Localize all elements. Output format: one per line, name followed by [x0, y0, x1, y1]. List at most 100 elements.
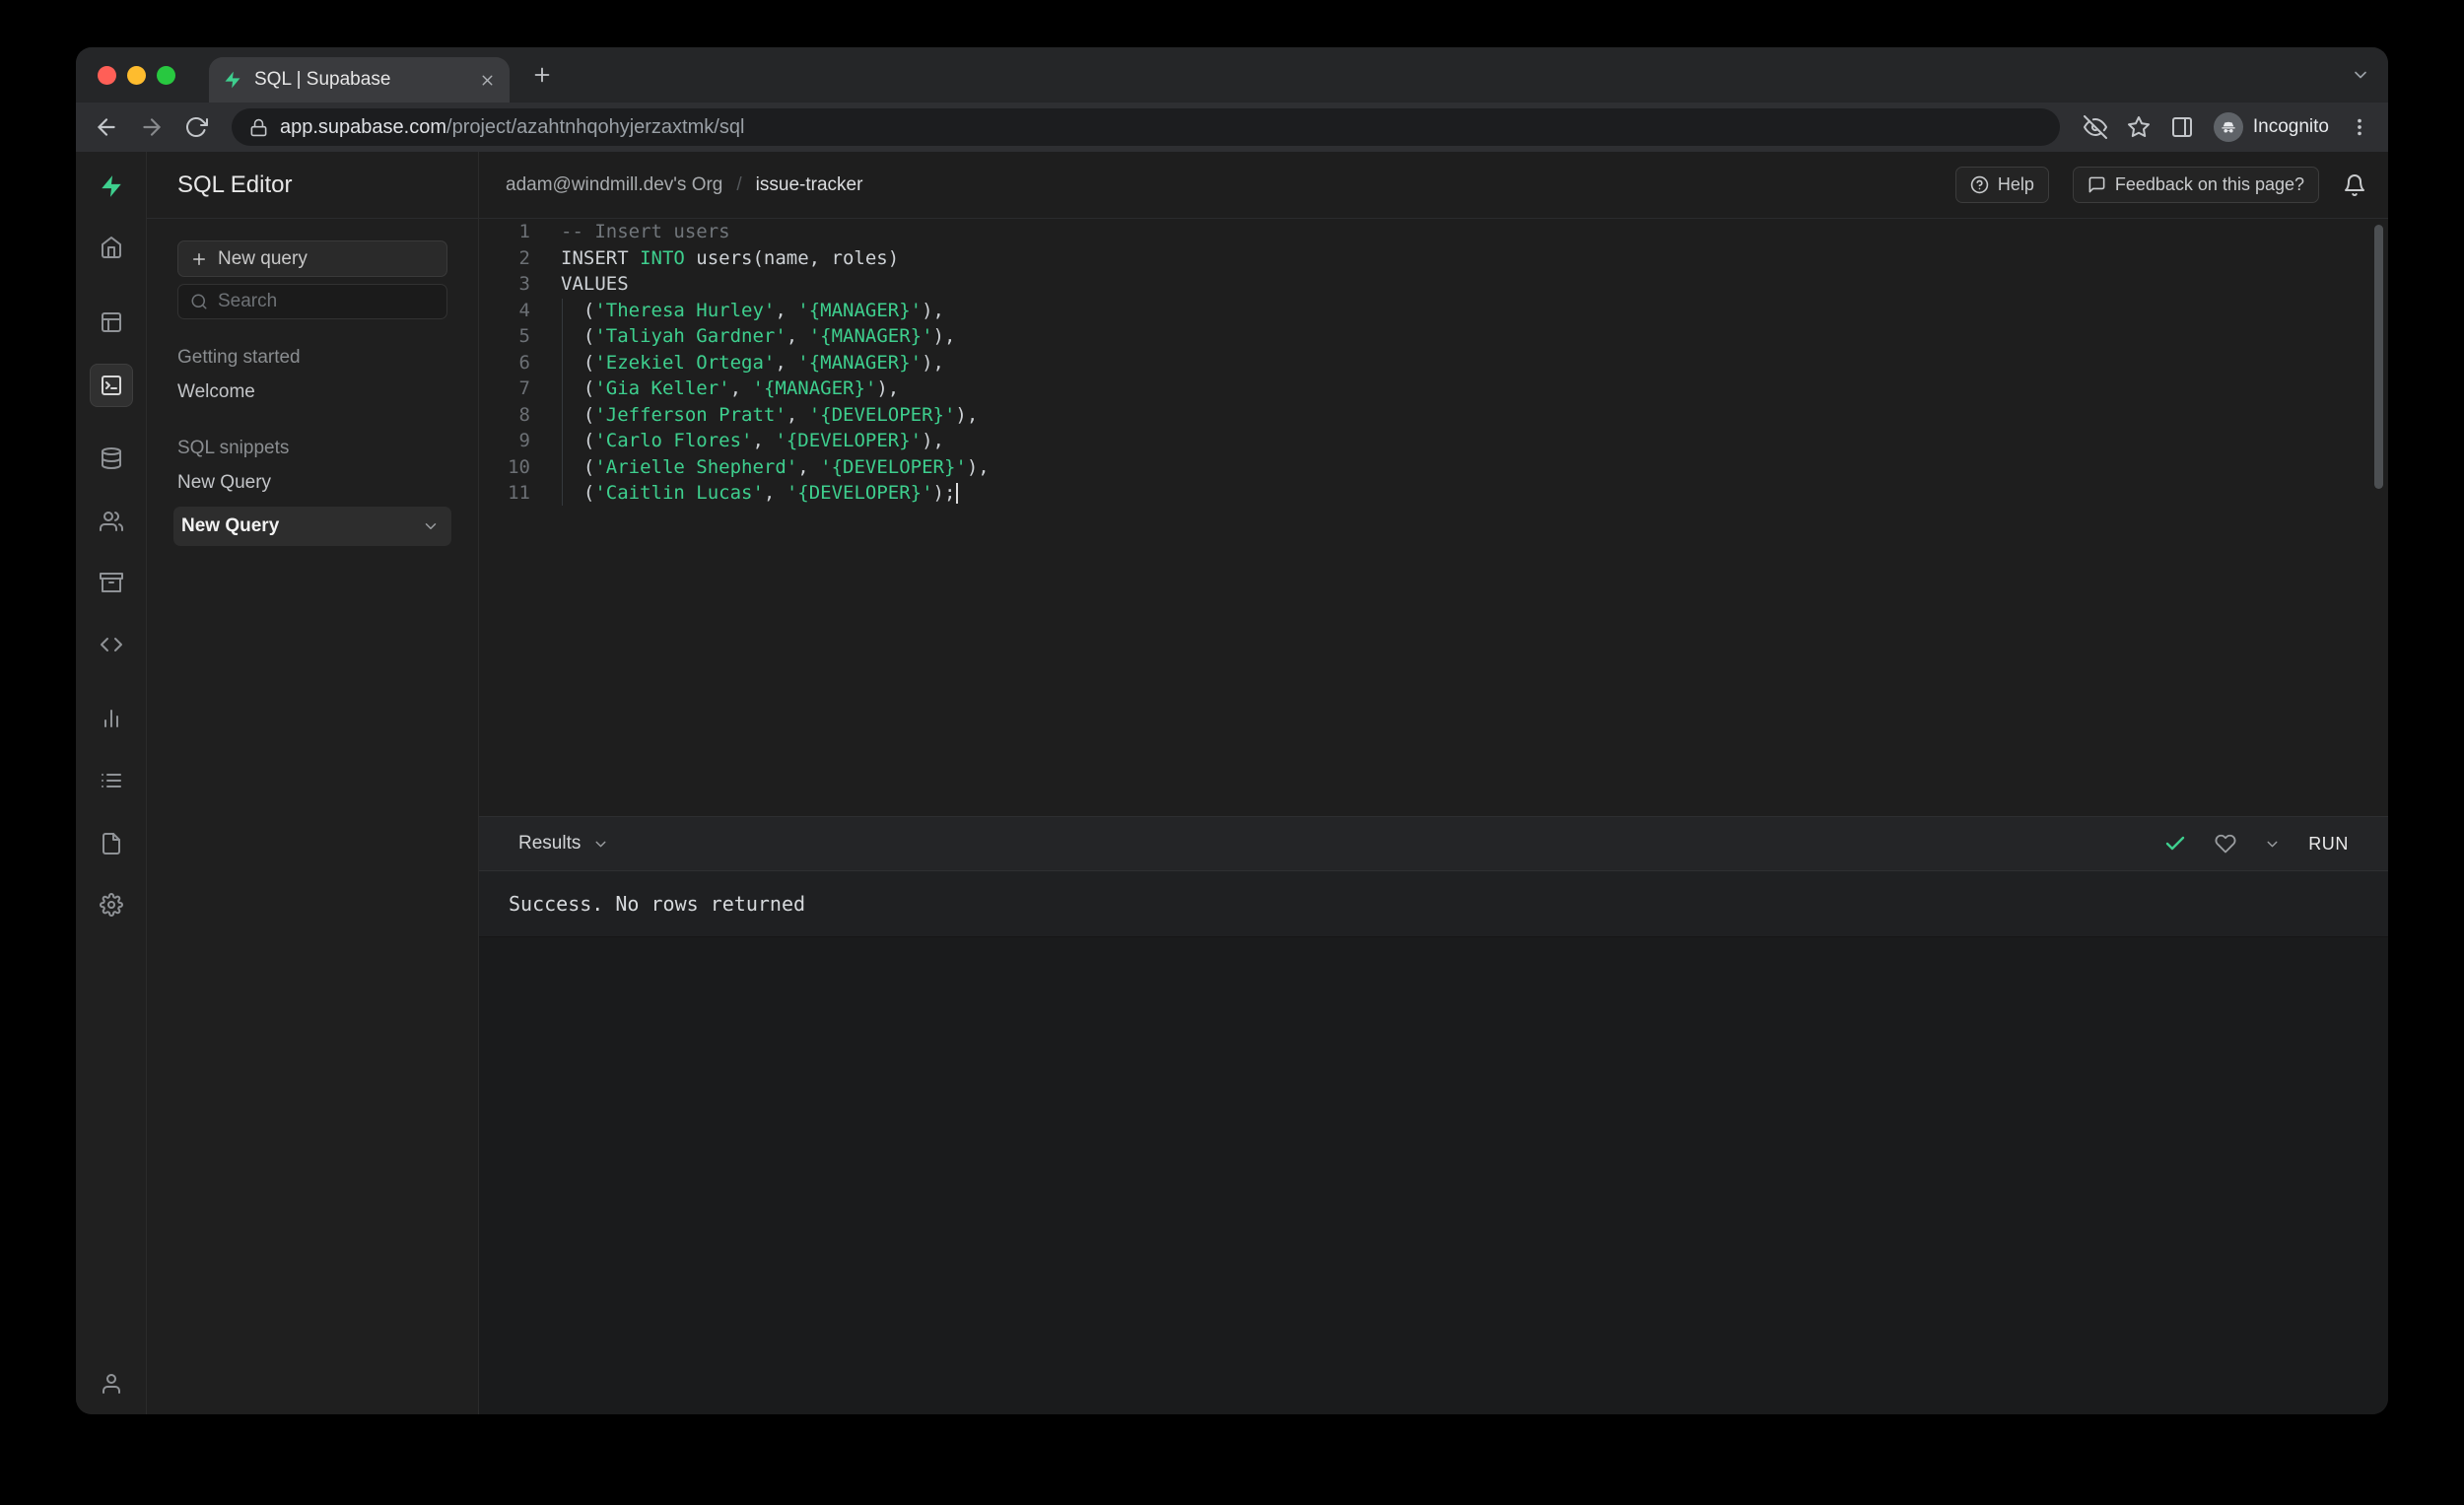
edge-functions-icon[interactable]	[90, 623, 133, 666]
results-chevron-icon[interactable]	[592, 836, 609, 853]
code-text: VALUES	[561, 273, 629, 295]
sidebar-item-welcome[interactable]: Welcome	[177, 375, 447, 410]
url-path: /project/azahtnhqohyjerzaxtmk/sql	[446, 115, 745, 138]
chat-bubble-icon	[2088, 175, 2106, 194]
results-toolbar: Results RUN	[479, 816, 2388, 871]
account-icon[interactable]	[90, 1362, 133, 1405]
supabase-favicon	[223, 70, 242, 90]
bookmark-star-icon[interactable]	[2127, 115, 2151, 139]
code-lines: 1 -- Insert users 2 INSERT INTO users(name,…	[479, 219, 2364, 507]
sql-editor-canvas[interactable]: 1 -- Insert users 2 INSERT INTO users(name,…	[479, 219, 2388, 816]
supabase-logo[interactable]	[90, 165, 133, 208]
line-number: 4	[518, 299, 530, 321]
line-number: 3	[518, 273, 530, 295]
run-options-chevron-icon[interactable]	[2264, 836, 2281, 853]
sql-editor-icon[interactable]	[90, 364, 133, 407]
new-query-button[interactable]: New query	[177, 240, 447, 277]
new-tab-button[interactable]	[523, 56, 561, 94]
tab-close-icon[interactable]	[479, 72, 496, 89]
table-editor-icon[interactable]	[90, 301, 133, 344]
browser-tab[interactable]: SQL | Supabase	[209, 57, 510, 103]
sidebar-header: SQL Editor	[147, 152, 478, 219]
breadcrumb-separator: /	[736, 173, 742, 195]
code-text: ('Arielle Shepherd', '{DEVELOPER}'),	[561, 455, 990, 478]
logs-icon[interactable]	[90, 759, 133, 802]
back-button[interactable]	[94, 114, 119, 140]
line-number: 9	[518, 430, 530, 451]
results-message: Success. No rows returned	[509, 892, 806, 916]
code-text: ('Taliyah Gardner', '{MANAGER}'),	[561, 325, 956, 347]
text-cursor	[956, 483, 959, 504]
breadcrumb-org[interactable]: adam@windmill.dev's Org	[506, 174, 722, 196]
code-line[interactable]: 6 ('Ezekiel Ortega', '{MANAGER}'),	[479, 350, 2364, 376]
code-line[interactable]: 3 VALUES	[479, 271, 2364, 298]
home-icon[interactable]	[90, 226, 133, 269]
address-bar[interactable]: app.supabase.com/project/azahtnhqohyjerz…	[232, 108, 2060, 146]
docs-icon[interactable]	[90, 822, 133, 865]
tab-search-chevron-icon[interactable]	[2351, 65, 2370, 85]
editor-scrollbar[interactable]	[2374, 225, 2383, 489]
database-icon[interactable]	[90, 437, 133, 480]
sidebar-item-new-query-selected[interactable]: New Query	[173, 507, 451, 546]
browser-window: SQL | Supabase app.supabase.com/project/…	[76, 47, 2388, 1414]
search-input[interactable]	[218, 291, 459, 312]
code-line[interactable]: 11 ('Caitlin Lucas', '{DEVELOPER}');	[479, 480, 2364, 507]
sidebar-item-new-query[interactable]: New Query	[177, 465, 447, 501]
results-output: Success. No rows returned	[479, 871, 2388, 937]
breadcrumb-project[interactable]: issue-tracker	[756, 174, 863, 196]
plus-icon	[190, 250, 208, 268]
tab-title: SQL | Supabase	[254, 69, 391, 90]
line-number: 8	[518, 403, 530, 426]
supabase-app: SQL Editor New query Getting started Wel…	[76, 152, 2388, 1414]
zoom-window-button[interactable]	[157, 65, 175, 85]
success-check-icon	[2163, 832, 2187, 855]
feedback-button-label: Feedback on this page?	[2114, 174, 2304, 194]
code-text: INSERT INTO users(name, roles)	[561, 246, 900, 269]
search-icon	[190, 293, 208, 310]
code-line[interactable]: 2 INSERT INTO users(name, roles)	[479, 245, 2364, 272]
chevron-down-icon[interactable]	[422, 517, 440, 535]
page-title: SQL Editor	[177, 171, 293, 198]
storage-icon[interactable]	[90, 561, 133, 604]
incognito-label: Incognito	[2252, 116, 2329, 137]
window-controls	[98, 65, 175, 85]
help-button[interactable]: Help	[1954, 167, 2049, 203]
browser-menu-icon[interactable]	[2349, 116, 2370, 138]
code-text: ('Theresa Hurley', '{MANAGER}'),	[561, 299, 944, 321]
favorite-heart-icon[interactable]	[2215, 833, 2236, 855]
code-text: ('Gia Keller', '{MANAGER}'),	[561, 377, 900, 399]
code-line[interactable]: 10 ('Arielle Shepherd', '{DEVELOPER}'),	[479, 454, 2364, 481]
eye-off-icon[interactable]	[2083, 115, 2107, 139]
section-label-getting-started: Getting started	[177, 347, 301, 368]
notifications-bell-icon[interactable]	[2343, 173, 2366, 197]
auth-users-icon[interactable]	[90, 500, 133, 543]
code-line[interactable]: 1 -- Insert users	[479, 219, 2364, 245]
code-line[interactable]: 9 ('Carlo Flores', '{DEVELOPER}'),	[479, 428, 2364, 454]
main-panel: adam@windmill.dev's Org / issue-tracker …	[479, 152, 2388, 1414]
search-box[interactable]	[177, 284, 459, 319]
sql-editor-sidebar: SQL Editor New query Getting started Wel…	[147, 152, 479, 1414]
reports-icon[interactable]	[90, 697, 133, 740]
forward-button[interactable]	[139, 114, 165, 140]
code-line[interactable]: 7 ('Gia Keller', '{MANAGER}'),	[479, 376, 2364, 402]
line-number: 1	[518, 221, 530, 242]
minimize-window-button[interactable]	[127, 65, 146, 85]
close-window-button[interactable]	[98, 65, 116, 85]
settings-gear-icon[interactable]	[90, 883, 133, 926]
code-text: ('Jefferson Pratt', '{DEVELOPER}'),	[561, 403, 979, 426]
line-number: 5	[518, 325, 530, 347]
code-text: ('Caitlin Lucas', '{DEVELOPER}');	[530, 480, 959, 507]
side-panel-icon[interactable]	[2170, 115, 2194, 139]
reload-button[interactable]	[184, 115, 208, 139]
browser-toolbar: app.supabase.com/project/azahtnhqohyjerz…	[76, 103, 2388, 152]
code-line[interactable]: 8 ('Jefferson Pratt', '{DEVELOPER}'),	[479, 402, 2364, 429]
code-line[interactable]: 4 ('Theresa Hurley', '{MANAGER}'),	[479, 298, 2364, 324]
results-empty-area	[479, 937, 2388, 1414]
results-tab-label[interactable]: Results	[518, 833, 581, 855]
url-text[interactable]: app.supabase.com/project/azahtnhqohyjerz…	[280, 116, 744, 139]
line-number: 10	[508, 455, 530, 478]
feedback-button[interactable]: Feedback on this page?	[2072, 167, 2319, 203]
code-line[interactable]: 5 ('Taliyah Gardner', '{MANAGER}'),	[479, 323, 2364, 350]
incognito-badge: Incognito	[2213, 112, 2329, 142]
run-button[interactable]: RUN	[2308, 834, 2349, 855]
